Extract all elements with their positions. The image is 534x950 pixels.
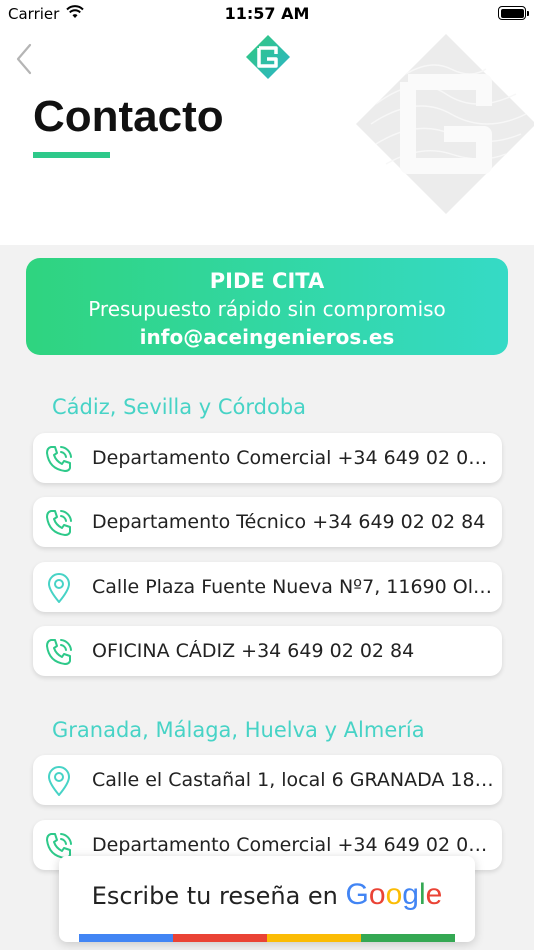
phone-icon — [46, 446, 72, 472]
contact-label: Departamento Comercial +34 649 02 02 84 — [92, 447, 496, 469]
phone-icon — [46, 510, 72, 536]
phone-icon — [46, 639, 72, 665]
contact-email-link[interactable]: info@aceingenieros.es — [26, 323, 508, 351]
appointment-title: PIDE CITA — [209, 269, 325, 293]
title-underline — [33, 152, 110, 158]
review-prefix: Escribe tu reseña en — [91, 882, 338, 910]
contact-card[interactable]: Departamento Técnico +34 649 02 02 84 — [33, 497, 502, 547]
status-bar: Carrier 11:57 AM — [0, 0, 534, 28]
company-logo-icon — [246, 35, 290, 79]
contact-card[interactable]: Departamento Comercial +34 649 02 02 84 — [33, 433, 502, 483]
google-review-button[interactable]: Escribe tu reseña en Google — [59, 856, 475, 942]
contact-label: Calle Plaza Fuente Nueva Nº7, 11690 Olve… — [92, 576, 496, 598]
contact-label: Calle el Castañal 1, local 6 GRANADA 180… — [92, 769, 496, 791]
appointment-subtitle: Presupuesto rápido sin compromiso — [88, 297, 446, 321]
page-title: Contacto — [33, 92, 224, 141]
section-title: Cádiz, Sevilla y Córdoba — [52, 395, 307, 419]
watermark-logo-icon — [356, 34, 534, 214]
contact-card[interactable]: Calle el Castañal 1, local 6 GRANADA 180… — [33, 755, 502, 805]
section-title: Granada, Málaga, Huelva y Almería — [52, 718, 425, 742]
contact-label: Departamento Comercial +34 649 02 02 84 — [92, 834, 496, 856]
back-chevron-icon[interactable] — [14, 42, 34, 76]
contact-card[interactable]: Calle Plaza Fuente Nueva Nº7, 11690 Olve… — [33, 562, 502, 612]
google-color-bar — [79, 934, 455, 942]
clock: 11:57 AM — [224, 4, 310, 23]
location-pin-icon — [48, 573, 70, 603]
header: Contacto — [0, 28, 534, 245]
appointment-banner[interactable]: PIDE CITA Presupuesto rápido sin comprom… — [26, 258, 508, 355]
location-pin-icon — [48, 766, 70, 796]
contact-label: Departamento Técnico +34 649 02 02 84 — [92, 511, 486, 533]
contact-label: OFICINA CÁDIZ +34 649 02 02 84 — [92, 640, 415, 662]
battery-icon — [498, 6, 529, 20]
google-logo: Google — [345, 878, 443, 911]
contact-card[interactable]: OFICINA CÁDIZ +34 649 02 02 84 — [33, 626, 502, 676]
review-text: Escribe tu reseña en Google — [59, 878, 475, 912]
